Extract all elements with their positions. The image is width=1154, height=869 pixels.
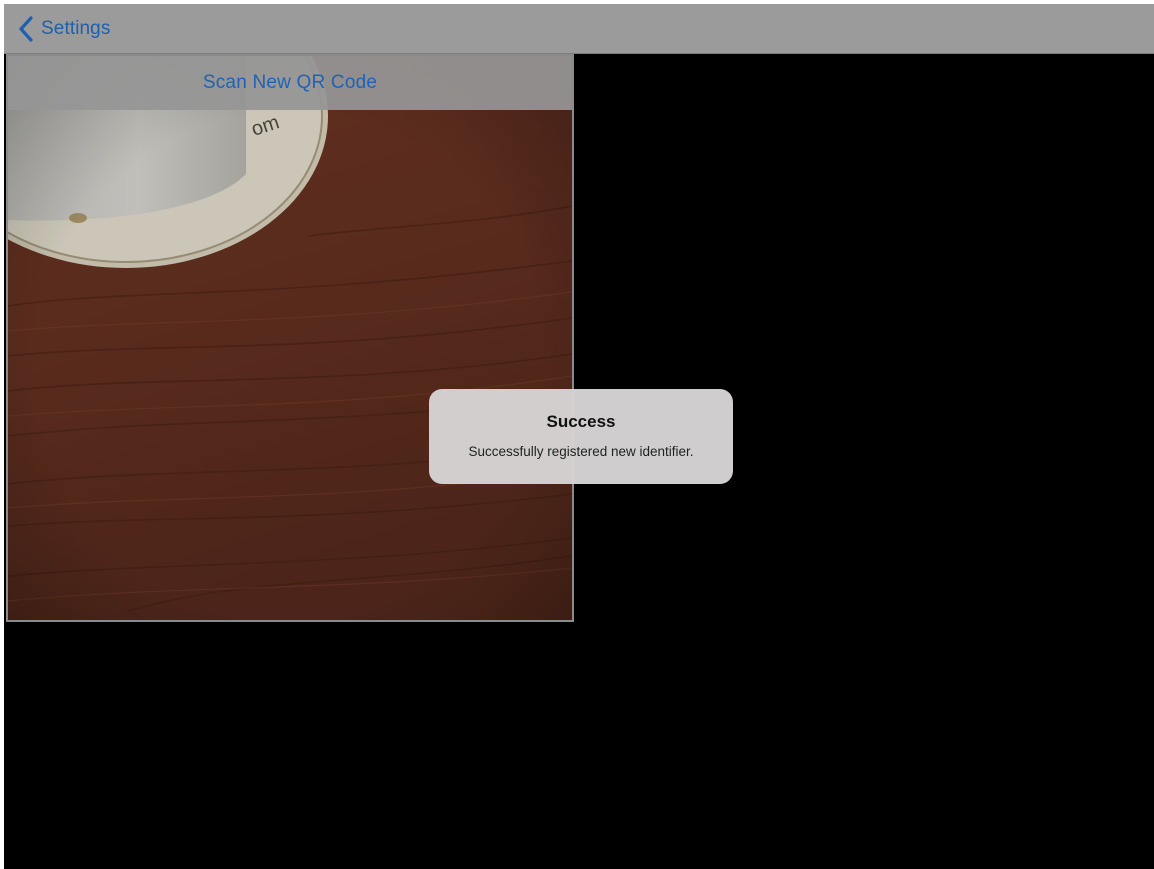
alert-message: Successfully registered new identifier. <box>468 444 694 459</box>
app-screen: Settings Scan New QR Code Success Succes… <box>4 4 1154 869</box>
success-alert: Success Successfully registered new iden… <box>429 389 733 484</box>
scan-new-qr-code-button[interactable]: Scan New QR Code <box>8 56 572 110</box>
chevron-left-icon <box>19 16 33 42</box>
back-button-label: Settings <box>41 18 111 39</box>
navigation-bar: Settings <box>4 4 1154 54</box>
qr-scanner-panel: om Scan New QR Code <box>6 54 574 622</box>
alert-title: Success <box>546 412 616 431</box>
scan-new-qr-code-label: Scan New QR Code <box>202 72 378 93</box>
back-button[interactable]: Settings <box>16 14 110 44</box>
camera-preview: om <box>8 56 572 620</box>
